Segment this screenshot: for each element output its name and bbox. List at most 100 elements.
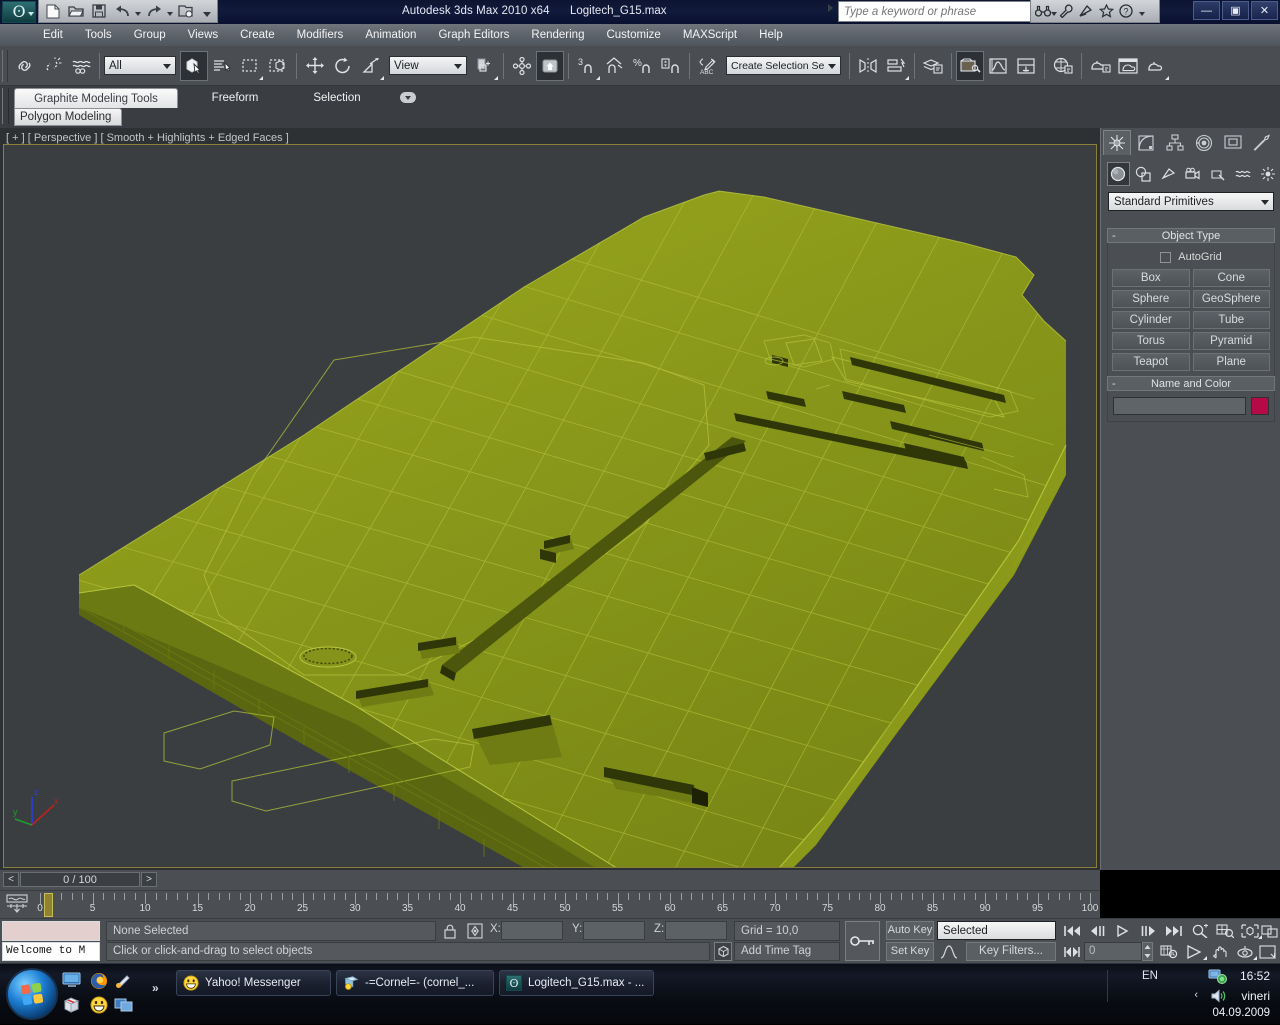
zoom-time-button[interactable] — [1188, 921, 1212, 940]
menu-item-views[interactable]: Views — [177, 24, 229, 46]
ribbon-minimize-button[interactable] — [400, 92, 416, 103]
key-filters-button[interactable]: Key Filters... — [966, 942, 1056, 961]
quicklaunch-overflow-icon[interactable]: » — [152, 981, 159, 995]
project-folder-icon[interactable] — [176, 2, 196, 21]
save-file-icon[interactable] — [89, 2, 109, 21]
object-category-combo[interactable]: Standard Primitives — [1108, 192, 1274, 211]
select-and-manipulate-button[interactable] — [536, 50, 564, 81]
undo-icon[interactable] — [112, 2, 132, 21]
set-key-button[interactable]: Set Key — [886, 942, 934, 961]
minimize-button[interactable]: — — [1193, 1, 1220, 20]
key-mode-nav-button[interactable] — [1060, 942, 1084, 961]
toolbar-grip[interactable] — [2, 49, 8, 82]
maxscript-mini-listener[interactable] — [2, 921, 100, 941]
flyout-arrow-icon-orbit[interactable] — [1253, 952, 1257, 960]
render-production-button[interactable] — [1142, 51, 1170, 81]
shapes-button[interactable] — [1132, 162, 1155, 186]
search-input-wrapper[interactable] — [838, 1, 1046, 22]
mirror-button[interactable] — [854, 51, 882, 81]
flyout-arrow-icon-scale[interactable] — [380, 72, 384, 80]
open-file-icon[interactable] — [66, 2, 86, 21]
zoom-extents-all-button[interactable] — [1213, 921, 1237, 940]
hierarchy-tab[interactable] — [1161, 130, 1189, 155]
close-button[interactable]: ✕ — [1251, 1, 1278, 20]
menu-item-edit[interactable]: Edit — [32, 24, 74, 46]
taskbar-item-yahoo[interactable]: Yahoo! Messenger — [176, 970, 331, 996]
ribbon-tab-freeform[interactable]: Freeform — [190, 88, 280, 108]
material-editor-button[interactable] — [956, 50, 984, 81]
wrench-icon[interactable] — [1059, 4, 1077, 18]
collapse-icon-object-type[interactable]: - — [1112, 229, 1116, 243]
modify-tab[interactable] — [1132, 130, 1160, 155]
named-selection-sets-combo[interactable]: Create Selection Se — [726, 56, 841, 75]
frame-spinner[interactable] — [1142, 942, 1153, 961]
winrar-icon[interactable] — [62, 996, 82, 1016]
layer-manager-button[interactable] — [919, 51, 947, 81]
yahoo-emoticon-icon[interactable] — [90, 996, 110, 1016]
time-slider-handle[interactable] — [44, 893, 53, 917]
switch-window-icon[interactable] — [114, 996, 134, 1016]
undo-dropdown-arrow-icon[interactable] — [135, 12, 141, 16]
reference-coordinate-system-combo[interactable]: View — [389, 56, 467, 75]
search-dropdown-arrow-icon[interactable] — [1051, 12, 1057, 16]
coord-z-input[interactable] — [665, 921, 727, 940]
autogrid-checkbox[interactable] — [1160, 251, 1172, 263]
menu-item-maxscript[interactable]: MAXScript — [672, 24, 748, 46]
viewport-3d-model[interactable] — [4, 145, 1097, 868]
cameras-button[interactable] — [1182, 162, 1205, 186]
search-expand-arrow-icon[interactable] — [828, 4, 833, 12]
go-to-start-button[interactable] — [1060, 921, 1084, 940]
unlink-selection-icon[interactable] — [39, 51, 67, 81]
taskbar-item-cornel[interactable]: -=Cornel=- (cornel_... — [336, 970, 494, 996]
ribbon-grip[interactable] — [2, 88, 9, 124]
object-type-header[interactable]: - Object Type — [1107, 228, 1275, 243]
edit-named-selection-sets-button[interactable]: ABC — [694, 51, 722, 81]
percent-snap-toggle-button[interactable]: % — [629, 51, 657, 81]
previous-frame-button[interactable]: < — [3, 872, 19, 887]
menu-item-rendering[interactable]: Rendering — [520, 24, 595, 46]
select-and-rotate-button[interactable] — [329, 51, 357, 81]
satellite-icon[interactable] — [1079, 4, 1097, 18]
default-in-out-tangents-icon[interactable] — [937, 942, 961, 961]
menu-item-modifiers[interactable]: Modifiers — [286, 24, 355, 46]
flyout-arrow-icon-snaps[interactable] — [596, 72, 600, 80]
collapse-icon-name-color[interactable]: - — [1112, 377, 1116, 391]
rendered-frame-window-button[interactable] — [1114, 51, 1142, 81]
qat-customize-arrow-icon[interactable] — [203, 11, 211, 17]
helpers-button[interactable] — [1206, 162, 1229, 186]
key-mode-toggle-button[interactable] — [845, 921, 880, 961]
object-name-input[interactable] — [1113, 397, 1246, 415]
redo-icon[interactable] — [144, 2, 164, 21]
current-frame-display[interactable]: 0 / 100 — [20, 872, 140, 887]
isolate-selection-toggle-icon[interactable] — [714, 942, 732, 961]
menu-item-tools[interactable]: Tools — [74, 24, 123, 46]
open-mini-curve-editor-icon[interactable] — [4, 894, 30, 916]
current-frame-input[interactable]: 0 — [1084, 942, 1142, 961]
select-and-scale-button[interactable] — [357, 51, 385, 81]
taskbar-date[interactable]: 04.09.2009 — [1212, 1007, 1270, 1019]
help-dropdown-arrow-icon[interactable] — [1139, 12, 1145, 16]
rectangular-selection-region-button[interactable] — [236, 51, 264, 81]
snaps-toggle-button[interactable]: 3 — [573, 51, 601, 81]
pan-walkthrough-button[interactable] — [1183, 942, 1207, 961]
menu-item-create[interactable]: Create — [229, 24, 286, 46]
start-button[interactable] — [6, 968, 58, 1020]
go-to-end-button[interactable] — [1162, 921, 1186, 940]
favorites-star-icon[interactable] — [1099, 4, 1117, 18]
chevron-down-icon-coord[interactable] — [454, 64, 462, 69]
teapot-button[interactable]: Teapot — [1112, 353, 1190, 371]
use-selection-center-button[interactable] — [508, 51, 536, 81]
systems-button[interactable] — [1256, 162, 1279, 186]
tray-expand-icon[interactable]: ‹ — [1194, 989, 1198, 1001]
show-desktop-icon[interactable] — [62, 972, 82, 992]
cone-button[interactable]: Cone — [1192, 269, 1270, 287]
viewport-label[interactable]: [ + ] [ Perspective ] [ Smooth + Highlig… — [6, 132, 289, 144]
new-file-icon[interactable] — [43, 2, 63, 21]
taskbar-clock[interactable]: 16:52 — [1240, 969, 1270, 983]
time-configuration-button[interactable] — [1157, 942, 1181, 961]
name-and-color-header[interactable]: - Name and Color — [1107, 376, 1275, 391]
menu-item-help[interactable]: Help — [748, 24, 794, 46]
previous-key-button[interactable] — [1086, 921, 1110, 940]
motion-tab[interactable] — [1190, 130, 1218, 155]
select-by-name-button[interactable] — [208, 51, 236, 81]
